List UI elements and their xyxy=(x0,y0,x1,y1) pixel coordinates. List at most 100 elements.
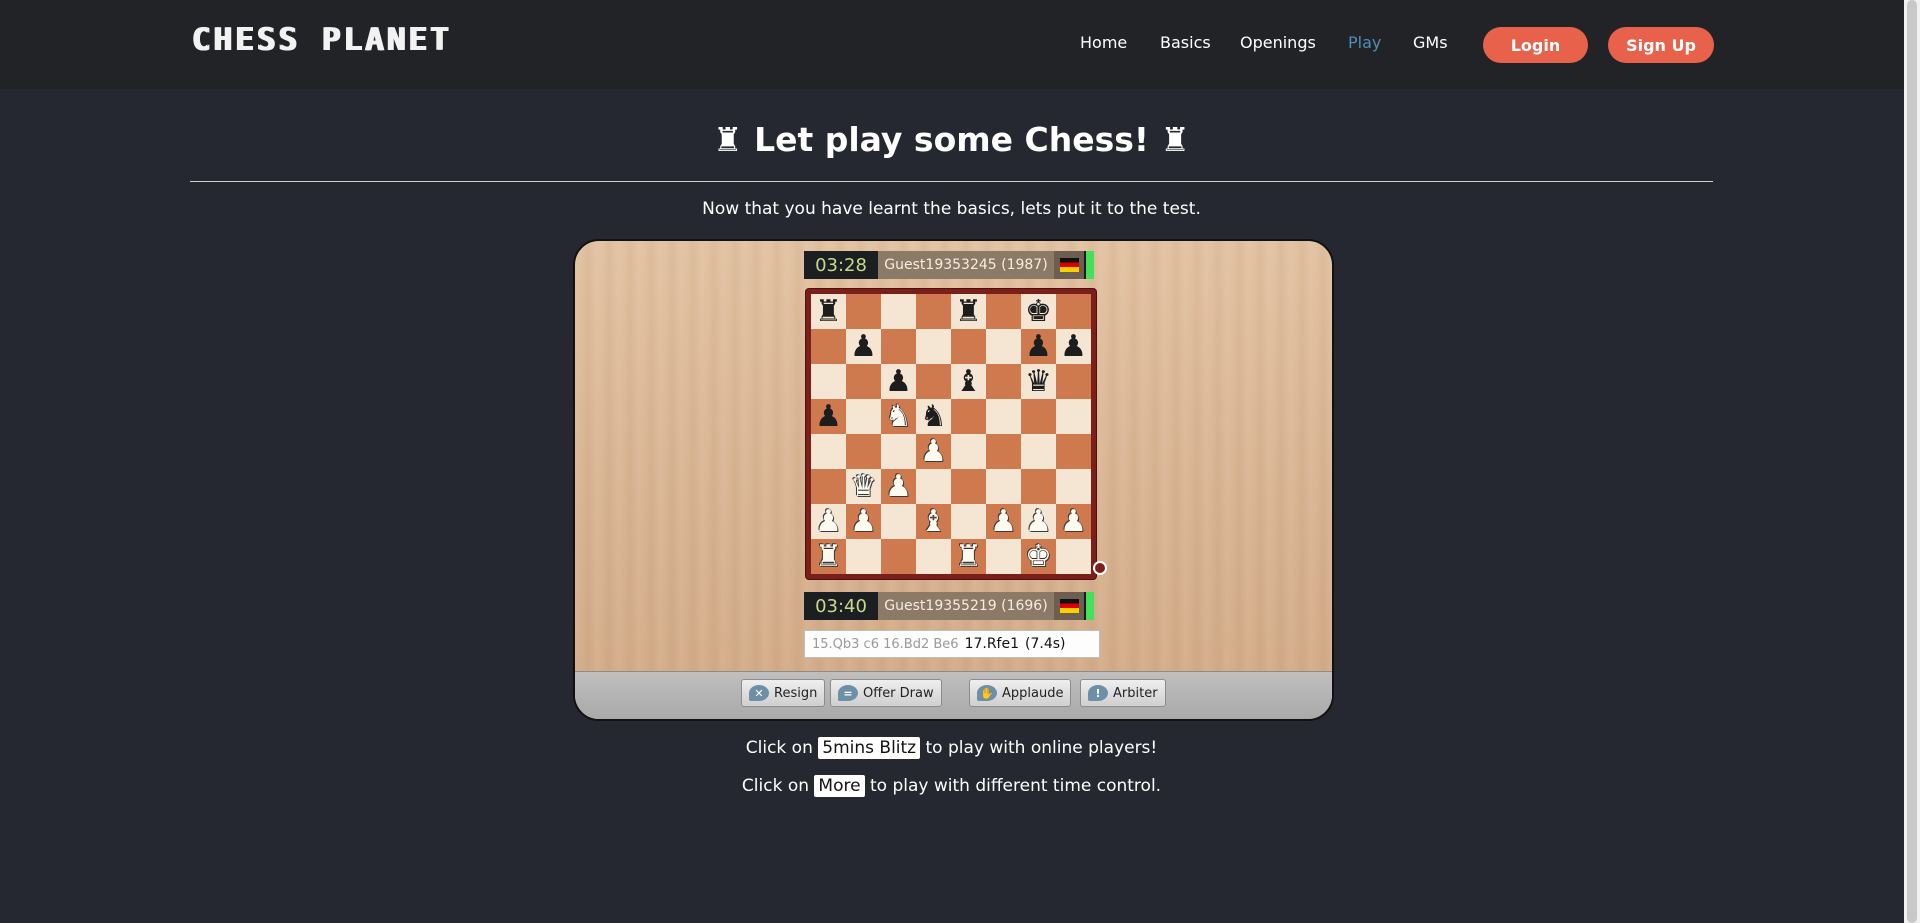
signup-button[interactable]: Sign Up xyxy=(1608,27,1714,63)
square-h8[interactable] xyxy=(1056,294,1091,329)
square-g5[interactable] xyxy=(1021,399,1056,434)
square-d4[interactable]: ♟ xyxy=(916,434,951,469)
square-c5[interactable]: ♞ xyxy=(881,399,916,434)
square-c1[interactable] xyxy=(881,539,916,574)
black-pawn-piece[interactable]: ♟ xyxy=(815,401,842,432)
square-g1[interactable]: ♚ xyxy=(1021,539,1056,574)
black-pawn-piece[interactable]: ♟ xyxy=(1060,331,1087,362)
square-a7[interactable] xyxy=(811,329,846,364)
square-c3[interactable]: ♟ xyxy=(881,469,916,504)
square-f6[interactable] xyxy=(986,364,1021,399)
square-b1[interactable] xyxy=(846,539,881,574)
square-f4[interactable] xyxy=(986,434,1021,469)
white-pawn-piece[interactable]: ♟ xyxy=(1060,506,1087,537)
square-g3[interactable] xyxy=(1021,469,1056,504)
square-b8[interactable] xyxy=(846,294,881,329)
black-queen-piece[interactable]: ♛ xyxy=(1025,366,1052,397)
applaude-button[interactable]: ✋ Applaude xyxy=(969,679,1072,707)
square-f2[interactable]: ♟ xyxy=(986,504,1021,539)
white-pawn-piece[interactable]: ♟ xyxy=(920,436,947,467)
square-a4[interactable] xyxy=(811,434,846,469)
offer-draw-button[interactable]: = Offer Draw xyxy=(830,679,942,707)
nav-openings-link[interactable]: Openings xyxy=(1240,33,1316,52)
square-d5[interactable]: ♞ xyxy=(916,399,951,434)
white-bishop-piece[interactable]: ♝ xyxy=(920,506,947,537)
square-g2[interactable]: ♟ xyxy=(1021,504,1056,539)
black-knight-piece[interactable]: ♞ xyxy=(920,401,947,432)
square-b6[interactable] xyxy=(846,364,881,399)
square-d2[interactable]: ♝ xyxy=(916,504,951,539)
square-e1[interactable]: ♜ xyxy=(951,539,986,574)
square-f1[interactable] xyxy=(986,539,1021,574)
black-pawn-piece[interactable]: ♟ xyxy=(885,366,912,397)
square-e8[interactable]: ♜ xyxy=(951,294,986,329)
square-d3[interactable] xyxy=(916,469,951,504)
white-pawn-piece[interactable]: ♟ xyxy=(1025,506,1052,537)
white-queen-piece[interactable]: ♛ xyxy=(850,471,877,502)
square-b2[interactable]: ♟ xyxy=(846,504,881,539)
square-d1[interactable] xyxy=(916,539,951,574)
square-h3[interactable] xyxy=(1056,469,1091,504)
black-pawn-piece[interactable]: ♟ xyxy=(850,331,877,362)
square-c8[interactable] xyxy=(881,294,916,329)
move-list[interactable]: 15.Qb3 c6 16.Bd2 Be6 17.Rfe1 (7.4s) xyxy=(804,630,1100,658)
top-player-name[interactable]: Guest19353245 (1987) xyxy=(878,251,1054,279)
resign-button[interactable]: ✕ Resign xyxy=(741,679,826,707)
black-bishop-piece[interactable]: ♝ xyxy=(955,366,982,397)
square-a6[interactable] xyxy=(811,364,846,399)
square-d6[interactable] xyxy=(916,364,951,399)
square-e4[interactable] xyxy=(951,434,986,469)
square-a2[interactable]: ♟ xyxy=(811,504,846,539)
square-a1[interactable]: ♜ xyxy=(811,539,846,574)
square-f3[interactable] xyxy=(986,469,1021,504)
bottom-player-name[interactable]: Guest19355219 (1696) xyxy=(878,592,1054,620)
black-rook-piece[interactable]: ♜ xyxy=(815,296,842,327)
square-b4[interactable] xyxy=(846,434,881,469)
square-b3[interactable]: ♛ xyxy=(846,469,881,504)
square-e5[interactable] xyxy=(951,399,986,434)
nav-home-link[interactable]: Home xyxy=(1080,33,1127,52)
square-h7[interactable]: ♟ xyxy=(1056,329,1091,364)
white-pawn-piece[interactable]: ♟ xyxy=(850,506,877,537)
square-h4[interactable] xyxy=(1056,434,1091,469)
chessboard[interactable]: ♜ ♜ ♚ ♟ ♟ ♟ ♟ ♝ ♛ ♟ ♞ ♞ ♟ ♛ ♟ ♟ ♟ ♝ ♟ ♟ ♟ ♜ ♜ ♚ xyxy=(811,294,1091,574)
white-pawn-piece[interactable]: ♟ xyxy=(990,506,1017,537)
square-g8[interactable]: ♚ xyxy=(1021,294,1056,329)
square-c7[interactable] xyxy=(881,329,916,364)
white-rook-piece[interactable]: ♜ xyxy=(815,541,842,572)
square-a8[interactable]: ♜ xyxy=(811,294,846,329)
square-f7[interactable] xyxy=(986,329,1021,364)
square-b5[interactable] xyxy=(846,399,881,434)
square-f5[interactable] xyxy=(986,399,1021,434)
black-pawn-piece[interactable]: ♟ xyxy=(1025,331,1052,362)
scrollbar-thumb[interactable] xyxy=(1907,0,1917,923)
square-h2[interactable]: ♟ xyxy=(1056,504,1091,539)
square-e6[interactable]: ♝ xyxy=(951,364,986,399)
square-a5[interactable]: ♟ xyxy=(811,399,846,434)
square-b7[interactable]: ♟ xyxy=(846,329,881,364)
white-pawn-piece[interactable]: ♟ xyxy=(885,471,912,502)
square-f8[interactable] xyxy=(986,294,1021,329)
square-g7[interactable]: ♟ xyxy=(1021,329,1056,364)
square-h6[interactable] xyxy=(1056,364,1091,399)
white-king-piece[interactable]: ♚ xyxy=(1025,541,1052,572)
white-rook-piece[interactable]: ♜ xyxy=(955,541,982,572)
square-h1[interactable] xyxy=(1056,539,1091,574)
login-button[interactable]: Login xyxy=(1483,27,1588,63)
square-e2[interactable] xyxy=(951,504,986,539)
square-e7[interactable] xyxy=(951,329,986,364)
square-g6[interactable]: ♛ xyxy=(1021,364,1056,399)
white-knight-piece[interactable]: ♞ xyxy=(885,401,912,432)
board-resize-handle[interactable] xyxy=(1093,561,1107,575)
black-rook-piece[interactable]: ♜ xyxy=(955,296,982,327)
square-h5[interactable] xyxy=(1056,399,1091,434)
black-king-piece[interactable]: ♚ xyxy=(1025,296,1052,327)
square-d8[interactable] xyxy=(916,294,951,329)
square-d7[interactable] xyxy=(916,329,951,364)
arbiter-button[interactable]: ! Arbiter xyxy=(1080,679,1166,707)
square-e3[interactable] xyxy=(951,469,986,504)
white-pawn-piece[interactable]: ♟ xyxy=(815,506,842,537)
nav-play-link[interactable]: Play xyxy=(1348,33,1381,52)
square-c2[interactable] xyxy=(881,504,916,539)
site-logo[interactable]: CHESS PLANET xyxy=(191,22,451,58)
